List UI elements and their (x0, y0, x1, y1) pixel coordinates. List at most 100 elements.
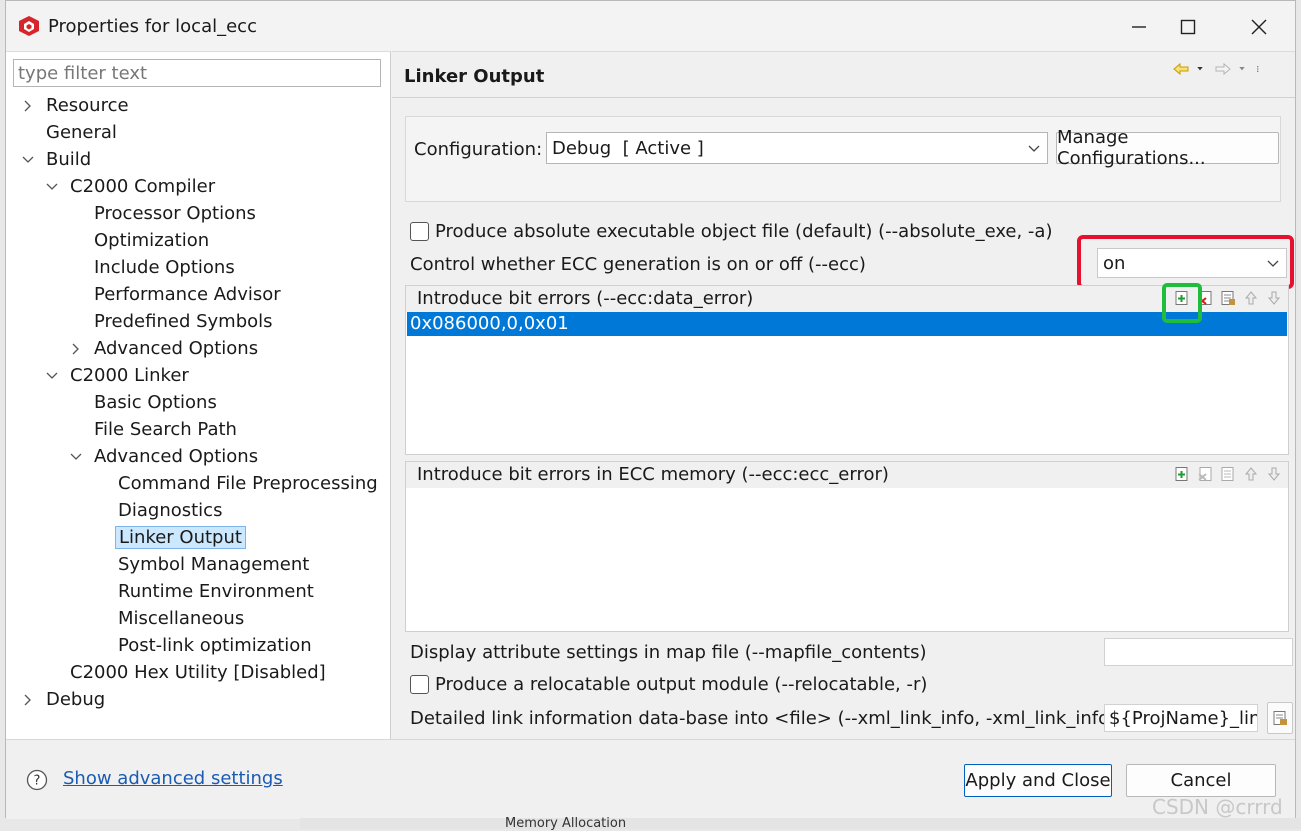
relocatable-checkbox[interactable] (410, 675, 429, 694)
watermark: CSDN @crrrd (1152, 795, 1283, 819)
tree-item[interactable]: C2000 Linker (45, 363, 192, 388)
forward-menu-chevron-down-icon[interactable] (1238, 60, 1250, 78)
window-title: Properties for local_ecc (48, 16, 257, 37)
tree-item[interactable]: Advanced Options (69, 444, 261, 469)
tree-item[interactable]: Resource (21, 93, 132, 118)
tree-item[interactable]: Include Options (69, 255, 238, 280)
move-up-icon[interactable] (1243, 466, 1259, 482)
manage-configurations-button[interactable]: Manage Configurations... (1056, 127, 1279, 169)
tree-item-label: Predefined Symbols (94, 311, 273, 332)
forward-arrow-icon[interactable] (1214, 60, 1232, 78)
annotation-red-box (1077, 235, 1294, 289)
show-advanced-settings-link[interactable]: Show advanced settings (63, 768, 283, 789)
back-menu-chevron-down-icon[interactable] (1196, 60, 1208, 78)
tree-item[interactable]: Optimization (69, 228, 212, 253)
tree-item[interactable]: Command File Preprocessing (93, 471, 381, 496)
move-up-icon[interactable] (1243, 290, 1259, 306)
tree-item[interactable]: Diagnostics (93, 498, 225, 523)
underlying-app-toolbar (300, 818, 1301, 829)
mapfile-contents-input[interactable] (1104, 638, 1293, 666)
ccs-app-icon (19, 16, 39, 36)
help-icon[interactable]: ? (26, 769, 48, 791)
tree-item[interactable]: Performance Advisor (69, 282, 284, 307)
back-arrow-icon[interactable] (1172, 60, 1190, 78)
xml-link-info-input[interactable]: ${ProjName}_link (1104, 704, 1258, 732)
browse-icon (1273, 711, 1287, 725)
tree-item-label: Basic Options (94, 392, 217, 413)
edit-icon[interactable] (1220, 466, 1236, 482)
tree-item-label: Processor Options (94, 203, 256, 224)
tree-item[interactable]: Post-link optimization (93, 633, 315, 658)
chevron-right-icon[interactable] (21, 99, 35, 113)
maximize-button[interactable] (1168, 11, 1208, 43)
cancel-button[interactable]: Cancel (1126, 764, 1276, 797)
tree-item-label: Diagnostics (118, 500, 223, 521)
svg-text:?: ? (34, 774, 41, 789)
chevron-down-icon[interactable] (45, 369, 59, 383)
move-down-icon[interactable] (1266, 290, 1282, 306)
tree-item[interactable]: Miscellaneous (93, 606, 247, 631)
tree-item[interactable]: Build (21, 147, 94, 172)
tree-item-label: Symbol Management (118, 554, 310, 575)
tree-item[interactable]: File Search Path (69, 417, 240, 442)
view-menu-icon[interactable] (1256, 60, 1264, 78)
xml-link-info-label: Detailed link information data-base into… (410, 708, 1117, 729)
tree-item[interactable]: Advanced Options (69, 336, 261, 361)
tree-item[interactable]: Processor Options (69, 201, 259, 226)
tree-item[interactable]: Symbol Management (93, 552, 312, 577)
list-item[interactable]: 0x086000,0,0x01 (407, 312, 1287, 336)
browse-button[interactable] (1267, 702, 1293, 734)
mapfile-contents-label: Display attribute settings in map file (… (410, 642, 927, 663)
ecc-error-list: Introduce bit errors in ECC memory (--ec… (405, 461, 1289, 632)
minimize-icon (1132, 26, 1146, 28)
header-separator (392, 97, 1295, 98)
configuration-combo[interactable]: Debug [ Active ] (546, 132, 1048, 164)
add-icon[interactable] (1174, 466, 1190, 482)
filter-input[interactable] (13, 59, 381, 87)
chevron-right-icon[interactable] (69, 342, 83, 356)
tree-item[interactable]: Debug (21, 687, 108, 712)
tree-item[interactable]: Predefined Symbols (69, 309, 276, 334)
chevron-down-icon[interactable] (45, 180, 59, 194)
chevron-down-icon[interactable] (69, 450, 83, 464)
tree-item[interactable]: C2000 Hex Utility [Disabled] (45, 660, 329, 685)
move-down-icon[interactable] (1266, 466, 1282, 482)
chevron-right-icon[interactable] (21, 693, 35, 707)
maximize-icon (1180, 19, 1196, 35)
configuration-label: Configuration: (414, 139, 543, 160)
dialog-button-bar: ? Show advanced settings Apply and Close… (6, 739, 1295, 819)
chevron-down-icon[interactable] (21, 153, 35, 167)
absolute-exe-row: Produce absolute executable object file … (410, 221, 1052, 242)
tree-item-label: File Search Path (94, 419, 237, 440)
property-tree-pane: Resource General Build C2000 Compiler Proces… (6, 51, 391, 739)
tree-item-label: Miscellaneous (118, 608, 245, 629)
tree-item[interactable]: Runtime Environment (93, 579, 317, 604)
tree-item-label: Optimization (94, 230, 210, 251)
ecc-label: Control whether ECC generation is on or … (410, 254, 866, 275)
close-button[interactable] (1239, 11, 1279, 43)
tree-item[interactable]: C2000 Compiler (45, 174, 218, 199)
tree-item-label: Performance Advisor (94, 284, 281, 305)
tree-item[interactable]: Basic Options (69, 390, 220, 415)
page-title: Linker Output (404, 66, 545, 87)
edit-icon[interactable] (1220, 290, 1236, 306)
apply-and-close-button[interactable]: Apply and Close (964, 764, 1112, 797)
absolute-exe-checkbox[interactable] (410, 222, 429, 241)
minimize-button[interactable] (1119, 11, 1159, 43)
delete-icon[interactable] (1197, 466, 1213, 482)
tree-item-label: General (46, 122, 117, 143)
configuration-group: Configuration: Debug [ Active ] Manage C… (405, 116, 1281, 202)
tree-item[interactable]: General (21, 120, 120, 145)
tree-item[interactable]: Linker Output (93, 525, 246, 550)
page-nav-toolbar (1172, 60, 1264, 78)
